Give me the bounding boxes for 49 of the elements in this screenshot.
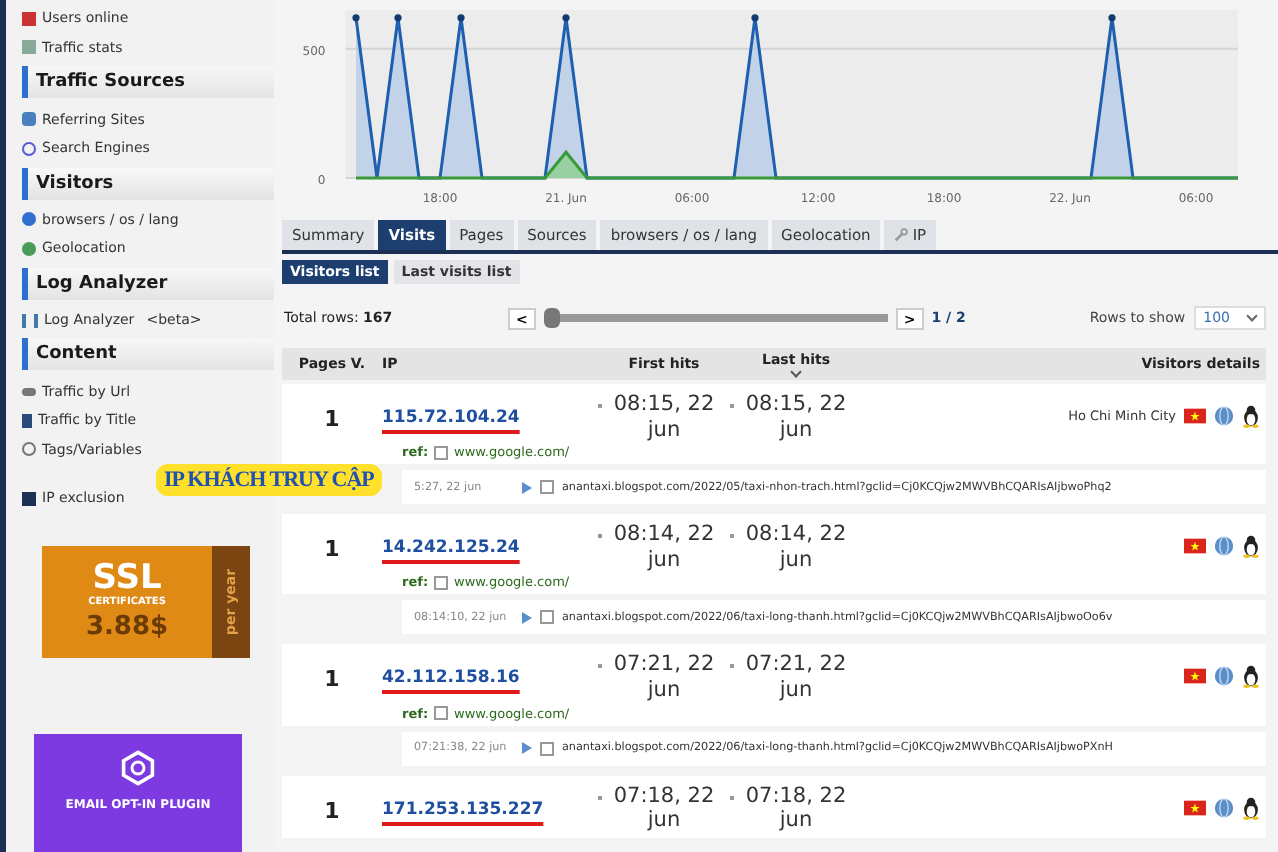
pages-count: 1 (322, 795, 342, 824)
arrow-icon (522, 611, 532, 624)
last-hit-time: 07:21, 22 jun (743, 652, 849, 704)
external-link-icon (540, 610, 554, 625)
ip-link[interactable]: 115.72.104.24 (382, 408, 520, 428)
external-link-icon (540, 741, 554, 756)
penguin-icon (1242, 795, 1260, 820)
pages-count: 1 (322, 664, 342, 693)
ip-link[interactable]: 42.112.158.16 (382, 668, 520, 689)
first-hit-time: 07:18, 22 jun (611, 783, 717, 834)
pages-count: 1 (322, 404, 342, 432)
sidebar-section-header: Traffic Sources (22, 66, 274, 99)
flag-icon (1184, 408, 1206, 424)
sidebar-section-header: Log Analyzer (22, 267, 274, 300)
ip-link[interactable]: 171.253.135.227 (382, 799, 544, 820)
arrow-icon (522, 481, 532, 494)
first-hit-time: 07:21, 22 jun (611, 652, 717, 704)
sidebar-icon (22, 313, 38, 328)
penguin-icon (1242, 404, 1260, 428)
globe-icon (1214, 406, 1234, 426)
external-link-icon (434, 445, 449, 460)
sidebar-section-header: Visitors (22, 167, 274, 199)
last-hit-time: 07:18, 22 jun (743, 783, 849, 834)
external-link-icon (540, 480, 554, 495)
last-hit-time: 08:14, 22 jun (743, 522, 849, 573)
external-link-icon (434, 575, 449, 590)
penguin-icon (1242, 534, 1260, 559)
first-hit-time: 08:15, 22 jun (611, 392, 717, 443)
globe-icon (1214, 536, 1234, 557)
arrow-icon (522, 742, 532, 755)
penguin-icon (1242, 664, 1260, 689)
pages-count: 1 (322, 534, 342, 563)
last-hit-time: 08:15, 22 jun (743, 392, 849, 443)
sidebar-icon (22, 387, 36, 396)
slider-thumb[interactable] (543, 308, 560, 328)
globe-icon (1214, 666, 1234, 687)
flag-icon (1184, 799, 1206, 816)
annotation-callout: IP KHÁCH TRUY CẬP (156, 464, 382, 496)
wrench-icon (894, 228, 909, 242)
external-link-icon (434, 706, 449, 721)
hexagon-logo-icon (120, 750, 156, 787)
sidebar-icon (22, 491, 36, 506)
ip-link[interactable]: 14.242.125.24 (382, 538, 520, 559)
sidebar-section-header: Content (22, 338, 274, 371)
flag-icon (1184, 668, 1206, 685)
first-hit-time: 08:14, 22 jun (611, 522, 717, 573)
flag-icon (1184, 538, 1206, 555)
globe-icon (1214, 797, 1234, 818)
page-slider[interactable] (543, 308, 888, 328)
